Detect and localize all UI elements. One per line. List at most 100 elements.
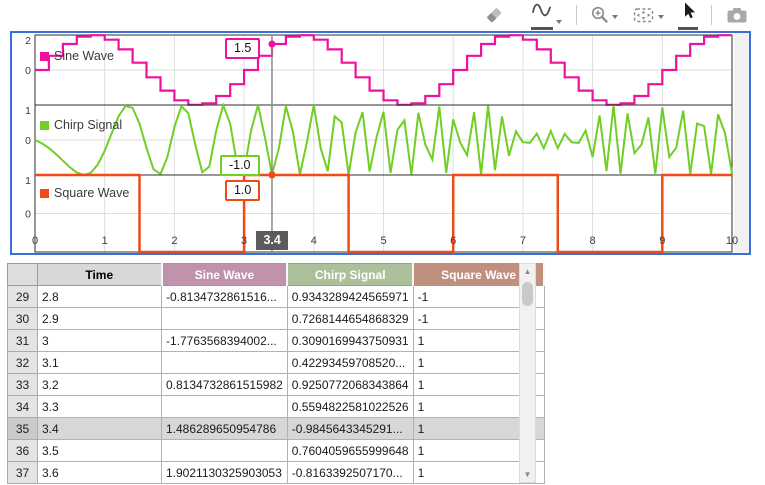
zoom-in-icon <box>590 5 609 25</box>
cell-sine[interactable]: -1.7763568394002... <box>162 330 288 352</box>
table-scrollbar[interactable]: ▲ ▼ <box>519 263 536 483</box>
cell-sine[interactable] <box>162 352 288 374</box>
chirp-signal-swatch <box>40 121 49 130</box>
svg-text:0: 0 <box>25 209 31 221</box>
svg-text:4: 4 <box>311 235 317 247</box>
svg-text:1: 1 <box>102 235 108 247</box>
legend-label: Square Wave <box>54 186 129 200</box>
legend-label: Chirp Signal <box>54 118 122 132</box>
scroll-down-button[interactable]: ▼ <box>520 467 535 482</box>
cell-chirp[interactable]: -0.9845643345291... <box>287 418 413 440</box>
cell-chirp[interactable]: -0.8163392507170... <box>287 462 413 484</box>
toolbar <box>0 0 755 30</box>
cell-chirp[interactable]: 0.9343289424565971 <box>287 286 413 308</box>
zoom-in-tool[interactable] <box>590 5 619 25</box>
row-number-cell[interactable]: 32 <box>8 352 38 374</box>
svg-text:5: 5 <box>380 235 386 247</box>
cell-time[interactable]: 3.2 <box>38 374 162 396</box>
scroll-up-button[interactable]: ▲ <box>520 264 535 279</box>
column-header-chirp-signal[interactable]: Chirp Signal <box>287 264 413 286</box>
signal-display-tool[interactable] <box>531 0 563 30</box>
column-header-time[interactable]: Time <box>38 264 162 286</box>
legend-chirp-signal: Chirp Signal <box>40 118 122 132</box>
cursor-value-sine: 1.5 <box>225 38 260 59</box>
cell-time[interactable]: 3.3 <box>38 396 162 418</box>
row-number-cell[interactable]: 33 <box>8 374 38 396</box>
active-tool-underline <box>678 0 698 30</box>
svg-text:9: 9 <box>659 235 665 247</box>
row-number-cell[interactable]: 37 <box>8 462 38 484</box>
legend-square-wave: Square Wave <box>40 186 129 200</box>
row-number-cell[interactable]: 31 <box>8 330 38 352</box>
camera-icon <box>725 5 749 25</box>
cell-time[interactable]: 3.6 <box>38 462 162 484</box>
cell-chirp[interactable]: 0.5594822581022526 <box>287 396 413 418</box>
signal-data-table: TimeSine WaveChirp SignalSquare Wave 292… <box>7 263 545 484</box>
row-number-cell[interactable]: 34 <box>8 396 38 418</box>
cell-chirp[interactable]: 0.3090169943750931 <box>287 330 413 352</box>
eraser-icon <box>484 5 504 25</box>
svg-text:7: 7 <box>520 235 526 247</box>
signal-wave-icon <box>531 0 553 20</box>
table-row: 323.10.42293459708520...1 <box>8 352 545 374</box>
active-tool-underline <box>531 0 553 30</box>
row-number-cell[interactable]: 36 <box>8 440 38 462</box>
cell-chirp[interactable]: 0.7268144654868329 <box>287 308 413 330</box>
legend-sine-wave: Sine Wave <box>40 49 114 63</box>
pointer-icon <box>678 0 698 20</box>
svg-text:2: 2 <box>25 35 31 47</box>
eraser-button[interactable] <box>484 5 504 25</box>
row-number-cell[interactable]: 29 <box>8 286 38 308</box>
cell-time[interactable]: 3.1 <box>38 352 162 374</box>
cursor-time-box[interactable]: 3.4 <box>256 231 287 250</box>
svg-text:0: 0 <box>25 65 31 77</box>
row-number-cell[interactable]: 35 <box>8 418 38 440</box>
cell-chirp[interactable]: 0.42293459708520... <box>287 352 413 374</box>
table-row: 313-1.7763568394002...0.3090169943750931… <box>8 330 545 352</box>
table-row: 373.61.9021130325903053-0.8163392507170.… <box>8 462 545 484</box>
svg-text:0: 0 <box>32 235 38 247</box>
cell-time[interactable]: 3 <box>38 330 162 352</box>
svg-text:3: 3 <box>241 235 247 247</box>
svg-text:2: 2 <box>171 235 177 247</box>
cell-time[interactable]: 2.9 <box>38 308 162 330</box>
cell-sine[interactable]: 1.9021130325903053 <box>162 462 288 484</box>
svg-text:1: 1 <box>25 175 31 187</box>
fit-to-view-tool[interactable] <box>632 5 665 25</box>
cell-time[interactable]: 2.8 <box>38 286 162 308</box>
cell-sine[interactable] <box>162 396 288 418</box>
cursor-value-square: 1.0 <box>225 180 260 201</box>
sine-wave-swatch <box>40 52 49 61</box>
legend-label: Sine Wave <box>54 49 114 63</box>
scope-view[interactable]: 201010012345678910 Sine Wave Chirp Signa… <box>10 31 751 255</box>
column-header-sine-wave[interactable]: Sine Wave <box>162 264 288 286</box>
snapshot-button[interactable] <box>725 5 749 25</box>
chevron-down-icon <box>611 7 619 25</box>
svg-text:8: 8 <box>590 235 596 247</box>
scope-plot-area[interactable]: 201010012345678910 <box>12 33 749 253</box>
cell-chirp[interactable]: 0.9250772068343864 <box>287 374 413 396</box>
square-wave-swatch <box>40 189 49 198</box>
cell-time[interactable]: 3.5 <box>38 440 162 462</box>
cell-sine[interactable]: -0.8134732861516... <box>162 286 288 308</box>
table-row: 343.30.55948225810225261 <box>8 396 545 418</box>
chevron-down-icon <box>555 12 563 30</box>
svg-text:1: 1 <box>25 105 31 117</box>
cell-time[interactable]: 3.4 <box>38 418 162 440</box>
table-row: 292.8-0.8134732861516...0.93432894245659… <box>8 286 545 308</box>
cell-sine[interactable]: 0.8134732861515982 <box>162 374 288 396</box>
cell-sine[interactable] <box>162 440 288 462</box>
pointer-tool[interactable] <box>678 0 698 30</box>
cell-chirp[interactable]: 0.7604059655999648 <box>287 440 413 462</box>
cell-sine[interactable] <box>162 308 288 330</box>
svg-text:0: 0 <box>25 135 31 147</box>
row-number-cell[interactable]: 30 <box>8 308 38 330</box>
table-row: 353.41.486289650954786-0.9845643345291..… <box>8 418 545 440</box>
toolbar-separator <box>576 5 577 25</box>
cell-sine[interactable]: 1.486289650954786 <box>162 418 288 440</box>
chevron-down-icon <box>657 7 665 25</box>
fit-to-view-icon <box>632 5 655 25</box>
svg-text:10: 10 <box>726 235 738 247</box>
svg-text:6: 6 <box>450 235 456 247</box>
scrollbar-thumb[interactable] <box>522 282 533 306</box>
